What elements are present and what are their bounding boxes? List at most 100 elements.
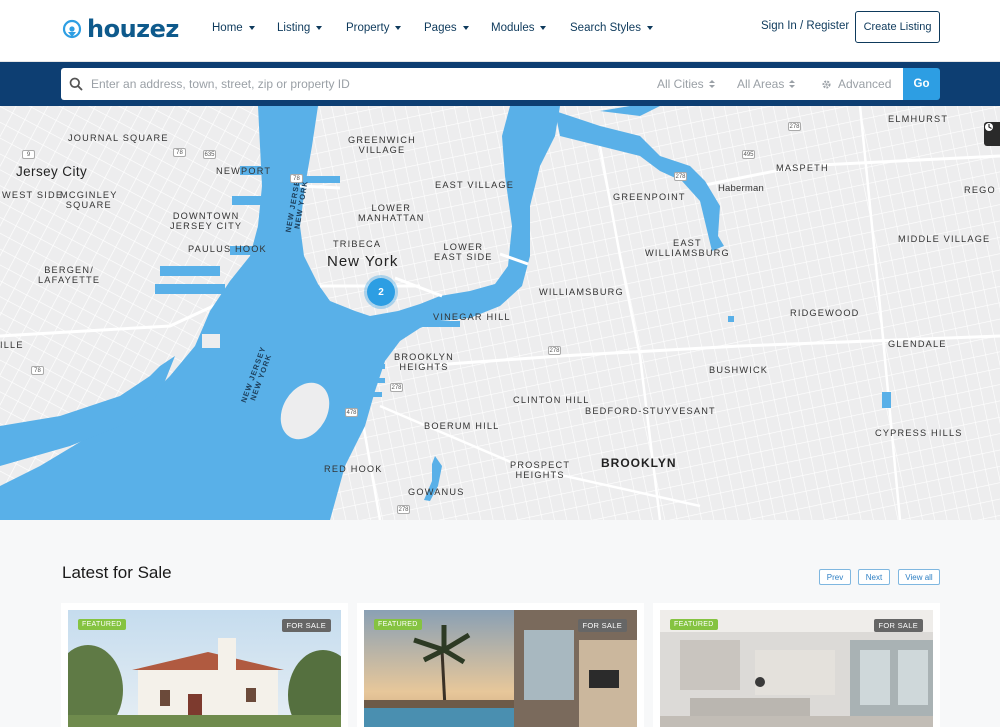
- property-image[interactable]: FEATURED FOR SALE: [660, 610, 933, 727]
- map-label-middle-village: MIDDLE VILLAGE: [898, 234, 991, 244]
- map-label-maspeth: MASPETH: [776, 163, 829, 173]
- advanced-search-toggle[interactable]: Advanced: [821, 77, 891, 91]
- map-label-mcginley: MCGINLEY SQUARE: [60, 190, 118, 210]
- houzez-logo[interactable]: houzez: [62, 14, 179, 44]
- map-cluster-marker[interactable]: 2: [367, 278, 395, 306]
- map-label-downtown-jc: DOWNTOWN JERSEY CITY: [170, 211, 243, 231]
- areas-select-label: All Areas: [737, 77, 785, 91]
- next-button[interactable]: Next: [858, 569, 890, 585]
- map-label-greenpoint: GREENPOINT: [613, 192, 686, 202]
- cities-select-label: All Cities: [657, 77, 704, 91]
- gear-icon: [822, 79, 831, 89]
- map-label-bergen-lafayette: BERGEN/ LAFAYETTE: [38, 265, 101, 285]
- view-all-button[interactable]: View all: [898, 569, 940, 585]
- nav-listing-label: Listing: [277, 22, 311, 34]
- property-map[interactable]: NEW JERSEY NEW YORK NEW JERSEY NEW YORK …: [0, 106, 1000, 520]
- map-label-prospect-heights: PROSPECT HEIGHTS: [510, 460, 571, 480]
- highway-shield: 9: [22, 150, 35, 159]
- map-label-tribeca: TRIBECA: [333, 239, 382, 249]
- nav-search-styles[interactable]: Search Styles: [570, 20, 660, 36]
- search-bar: All Cities All Areas Advanced Go: [0, 62, 1000, 106]
- map-label-bedford-stuyvesant: BEDFORD-STUYVESANT: [585, 406, 716, 416]
- highway-shield: 478: [345, 408, 358, 417]
- main-nav: Home Listing Property Pages Modules Sear…: [212, 20, 660, 36]
- prev-button[interactable]: Prev: [819, 569, 851, 585]
- sort-arrows-icon: [789, 80, 796, 88]
- map-label-greenwich-village: GREENWICH VILLAGE: [348, 135, 416, 155]
- map-label-rego-park: REGO P: [964, 185, 1000, 195]
- map-label-boerum-hill: BOERUM HILL: [424, 421, 500, 431]
- map-label-williamsburg: WILLIAMSBURG: [539, 287, 624, 297]
- chevron-down-icon: [462, 26, 469, 30]
- featured-badge: FEATURED: [78, 619, 126, 630]
- search-icon: [69, 77, 83, 91]
- go-button[interactable]: Go: [903, 68, 940, 100]
- highway-shield: 495: [742, 150, 755, 159]
- map-label-lower-east-side: LOWER EAST SIDE: [434, 242, 493, 262]
- map-label-ille: ILLE: [0, 340, 24, 350]
- chevron-down-icon: [540, 26, 547, 30]
- nav-modules-label: Modules: [491, 22, 535, 34]
- highway-shield: 278: [674, 172, 687, 181]
- map-layers-button[interactable]: [984, 122, 1000, 146]
- chevron-down-icon: [646, 26, 653, 30]
- highway-shield: 78: [173, 148, 186, 157]
- map-label-newport: NEWPORT: [216, 166, 272, 176]
- highway-shield: 635: [203, 150, 216, 159]
- map-label-haberman: Haberman: [718, 183, 764, 194]
- nav-home-label: Home: [212, 22, 243, 34]
- map-label-clinton-hill: CLINTON HILL: [513, 395, 590, 405]
- map-label-journal-square: JOURNAL SQUARE: [68, 133, 169, 143]
- nav-pages[interactable]: Pages: [424, 20, 491, 36]
- map-label-jersey-city: Jersey City: [16, 164, 88, 179]
- highway-shield: 278: [397, 505, 410, 514]
- highway-shield: 78: [31, 366, 44, 375]
- section-title: Latest for Sale: [62, 563, 172, 582]
- map-label-new-york: New York: [327, 253, 399, 270]
- map-label-east-village: EAST VILLAGE: [435, 180, 515, 190]
- signin-register-link[interactable]: Sign In / Register: [761, 20, 849, 32]
- map-label-elmhurst: ELMHURST: [888, 114, 949, 124]
- search-box: All Cities All Areas Advanced: [61, 68, 903, 100]
- highway-shield: 78: [290, 174, 303, 183]
- for-sale-badge: FOR SALE: [577, 619, 627, 632]
- map-label-brooklyn-heights: BROOKLYN HEIGHTS: [394, 352, 454, 372]
- location-pin-icon: [62, 19, 82, 39]
- chevron-down-icon: [395, 26, 402, 30]
- property-card[interactable]: FEATURED FOR SALE: [61, 603, 348, 727]
- map-label-gowanus: GOWANUS: [408, 487, 465, 497]
- map-label-red-hook: RED HOOK: [324, 464, 383, 474]
- nav-pages-label: Pages: [424, 22, 457, 34]
- property-image[interactable]: FEATURED FOR SALE: [68, 610, 341, 727]
- chevron-down-icon: [316, 26, 323, 30]
- map-label-brooklyn: BROOKLYN: [601, 456, 677, 470]
- property-card[interactable]: FEATURED FOR SALE: [357, 603, 644, 727]
- highway-shield: 278: [788, 122, 801, 131]
- search-input[interactable]: [91, 68, 611, 100]
- nav-home[interactable]: Home: [212, 20, 277, 36]
- property-image[interactable]: FEATURED FOR SALE: [364, 610, 637, 727]
- map-label-lower-manhattan: LOWER MANHATTAN: [358, 203, 425, 223]
- nav-listing[interactable]: Listing: [277, 20, 346, 36]
- create-listing-button[interactable]: Create Listing: [855, 11, 940, 43]
- featured-badge: FEATURED: [374, 619, 422, 630]
- sort-arrows-icon: [708, 80, 715, 88]
- property-card[interactable]: FEATURED FOR SALE: [653, 603, 940, 727]
- cities-select[interactable]: All Cities: [657, 77, 715, 91]
- nav-search-styles-label: Search Styles: [570, 22, 641, 34]
- map-label-glendale: GLENDALE: [888, 339, 947, 349]
- nav-property[interactable]: Property: [346, 20, 424, 36]
- nav-modules[interactable]: Modules: [491, 20, 570, 36]
- for-sale-badge: FOR SALE: [281, 619, 331, 632]
- map-label-vinegar-hill: VINEGAR HILL: [433, 312, 511, 322]
- map-label-bushwick: BUSHWICK: [709, 365, 769, 375]
- chevron-down-icon: [248, 26, 255, 30]
- logo-text: houzez: [87, 15, 179, 43]
- map-label-east-williamsburg: EAST WILLIAMSBURG: [645, 238, 730, 258]
- map-label-west-side: WEST SIDE: [2, 190, 64, 200]
- nav-property-label: Property: [346, 22, 390, 34]
- layers-icon: [985, 123, 993, 131]
- advanced-label: Advanced: [838, 77, 892, 91]
- top-navbar: houzez Home Listing Property Pages Modul…: [0, 0, 1000, 62]
- areas-select[interactable]: All Areas: [737, 77, 796, 91]
